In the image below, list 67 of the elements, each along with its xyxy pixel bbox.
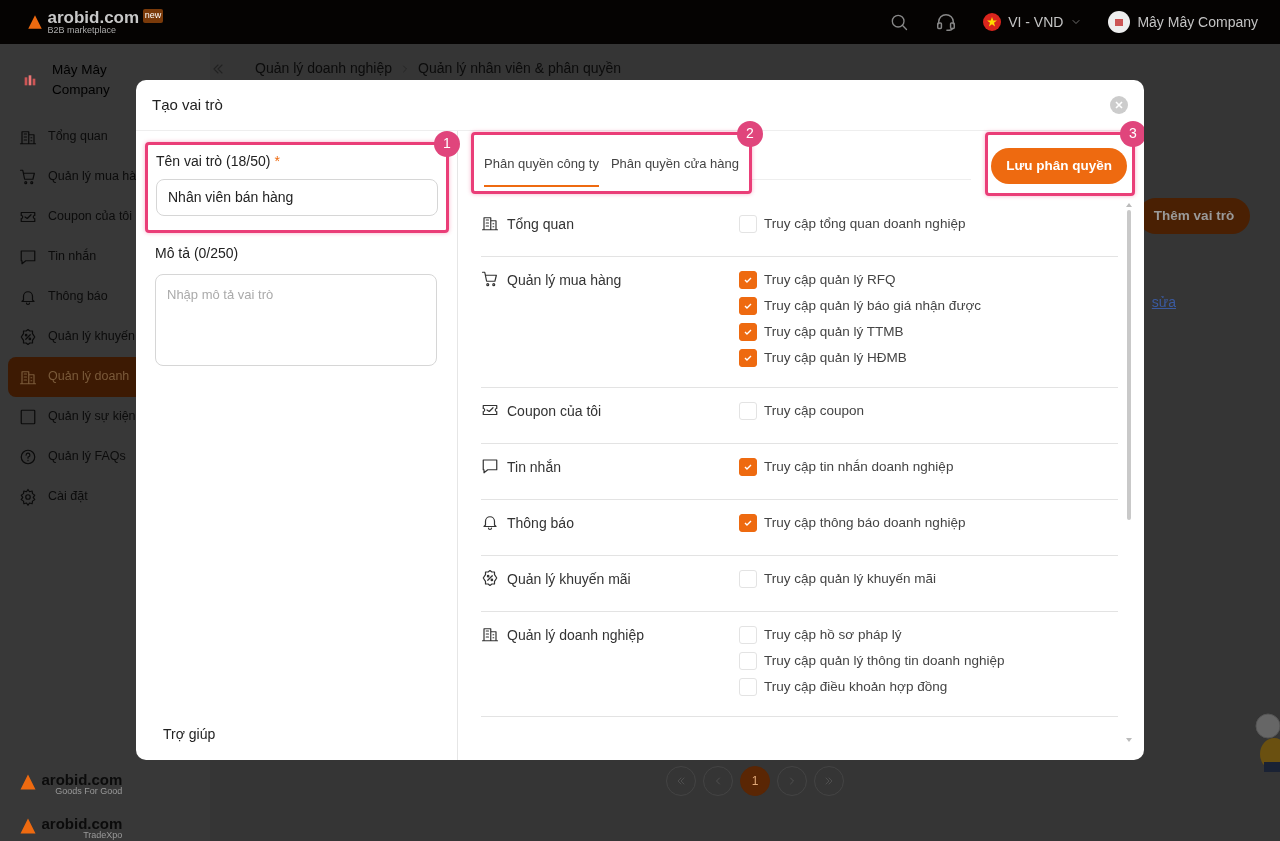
tab[interactable]: Phân quyền cửa hàng — [610, 145, 739, 187]
cart-icon — [481, 270, 499, 289]
callout-number: 3 — [1120, 121, 1144, 147]
permission-label: Truy cập quản lý khuyến mãi — [764, 569, 937, 588]
save-button[interactable]: Lưu phân quyền — [991, 148, 1127, 185]
language-selector[interactable]: VI - VND — [1008, 11, 1064, 33]
building-icon — [481, 214, 499, 233]
chat-icon — [18, 247, 38, 266]
search-icon — [889, 12, 910, 32]
checkbox[interactable] — [739, 270, 757, 289]
group-name: Tin nhắn — [507, 458, 561, 478]
logo-tagline: B2B marketplace — [47, 26, 118, 35]
callout-number: 1 — [434, 131, 460, 157]
chat-icon — [481, 457, 499, 476]
required-mark: * — [274, 153, 280, 169]
checkbox[interactable] — [739, 322, 757, 341]
page-button[interactable]: 1 — [740, 766, 770, 797]
help-icon — [18, 447, 38, 466]
bell-icon — [481, 513, 499, 532]
close-icon[interactable] — [1110, 96, 1128, 114]
tab[interactable]: Phân quyền công ty — [484, 145, 599, 187]
callout-number: 2 — [736, 121, 763, 147]
permission-label: Truy cập tin nhắn doanh nghiệp — [764, 457, 954, 476]
building-icon — [481, 625, 499, 644]
settings-icon — [18, 487, 38, 506]
logo-tagline: Goods For Good — [54, 786, 123, 797]
group-name: Quản lý doanh nghiệp — [507, 626, 644, 646]
checkbox[interactable] — [739, 457, 757, 476]
field-label: Mô tả (0/250) — [155, 244, 240, 263]
headset-icon — [935, 11, 958, 33]
permission-label: Truy cập quản lý báo giá nhận được — [764, 296, 982, 315]
modal-title: Tạo vai trò — [152, 94, 223, 115]
checkbox[interactable] — [739, 513, 757, 532]
edit-link[interactable]: sửa — [1151, 292, 1176, 314]
name-input[interactable]: Nhân viên bán hàng — [156, 179, 438, 216]
permission-label: Truy cập quản lý thông tin doanh nghiệp — [764, 651, 1005, 670]
square-icon — [18, 407, 38, 426]
field-label: Tên vai trò (18/50) — [156, 153, 271, 169]
permission-label: Truy cập hồ sơ pháp lý — [764, 625, 902, 644]
discount-icon — [18, 327, 38, 346]
permission-label: Truy cập thông báo doanh nghiệp — [764, 513, 966, 532]
permission-label: Truy cập quản lý TTMB — [764, 322, 904, 341]
group-name: Thông báo — [507, 514, 574, 534]
avatar-icon — [1108, 11, 1131, 33]
permission-label: Truy cập quản lý RFQ — [764, 270, 896, 289]
cart-icon — [18, 167, 38, 186]
logo-text: arobid.com — [47, 9, 140, 26]
permission-label: Truy cập tổng quan doanh nghiệp — [764, 214, 966, 233]
description-input[interactable]: Nhập mô tả vai trò — [155, 274, 437, 366]
logo-tagline: TradeXpo — [82, 831, 123, 841]
group-name: Tổng quan — [507, 215, 574, 235]
help-link[interactable]: Trợ giúp — [163, 724, 448, 745]
discount-icon — [481, 569, 499, 588]
permission-label: Truy cập điều khoản hợp đồng — [764, 677, 948, 696]
company-name: Mây Mây Company — [52, 61, 111, 100]
permission-label: Truy cập quản lý HĐMB — [764, 348, 907, 367]
checkbox[interactable] — [739, 296, 757, 315]
new-badge: new — [142, 9, 164, 23]
logo-icon — [26, 13, 44, 31]
permission-label: Truy cập coupon — [764, 401, 865, 420]
account-name[interactable]: Mây Mây Company — [1137, 11, 1258, 33]
logo-icon — [18, 816, 38, 837]
group-name: Quản lý mua hàng — [507, 271, 622, 291]
group-name: Quản lý khuyến mãi — [507, 570, 631, 590]
checkbox[interactable] — [739, 348, 757, 367]
flag-icon — [983, 13, 1002, 31]
group-name: Coupon của tôi — [507, 402, 602, 422]
